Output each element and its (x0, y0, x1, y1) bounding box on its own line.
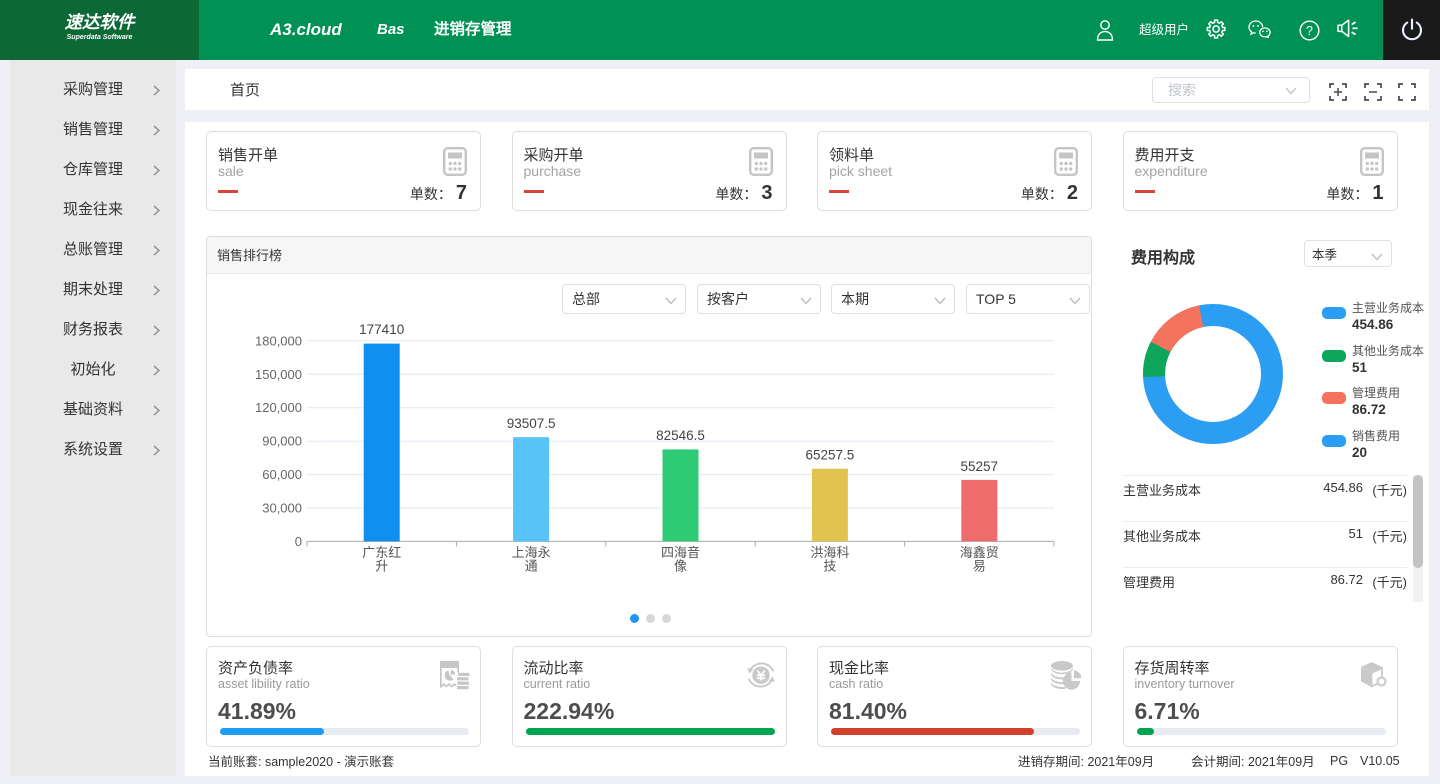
svg-text:?: ? (1306, 24, 1313, 38)
svg-text:易: 易 (973, 559, 986, 574)
svg-text:0: 0 (295, 534, 302, 549)
svg-text:60,000: 60,000 (262, 467, 302, 482)
svg-text:93507.5: 93507.5 (507, 416, 556, 431)
svg-text:180,000: 180,000 (255, 333, 302, 348)
svg-text:技: 技 (823, 559, 836, 574)
svg-text:65257.5: 65257.5 (805, 448, 854, 463)
svg-text:像: 像 (674, 559, 687, 574)
svg-text:82546.5: 82546.5 (656, 428, 705, 443)
svg-text:30,000: 30,000 (262, 501, 302, 516)
svg-text:177410: 177410 (359, 322, 404, 337)
svg-text:150,000: 150,000 (255, 367, 302, 382)
svg-text:90,000: 90,000 (262, 434, 302, 449)
svg-text:升: 升 (375, 559, 388, 574)
svg-text:通: 通 (525, 559, 538, 574)
svg-text:55257: 55257 (961, 459, 999, 474)
svg-text:120,000: 120,000 (255, 400, 302, 415)
